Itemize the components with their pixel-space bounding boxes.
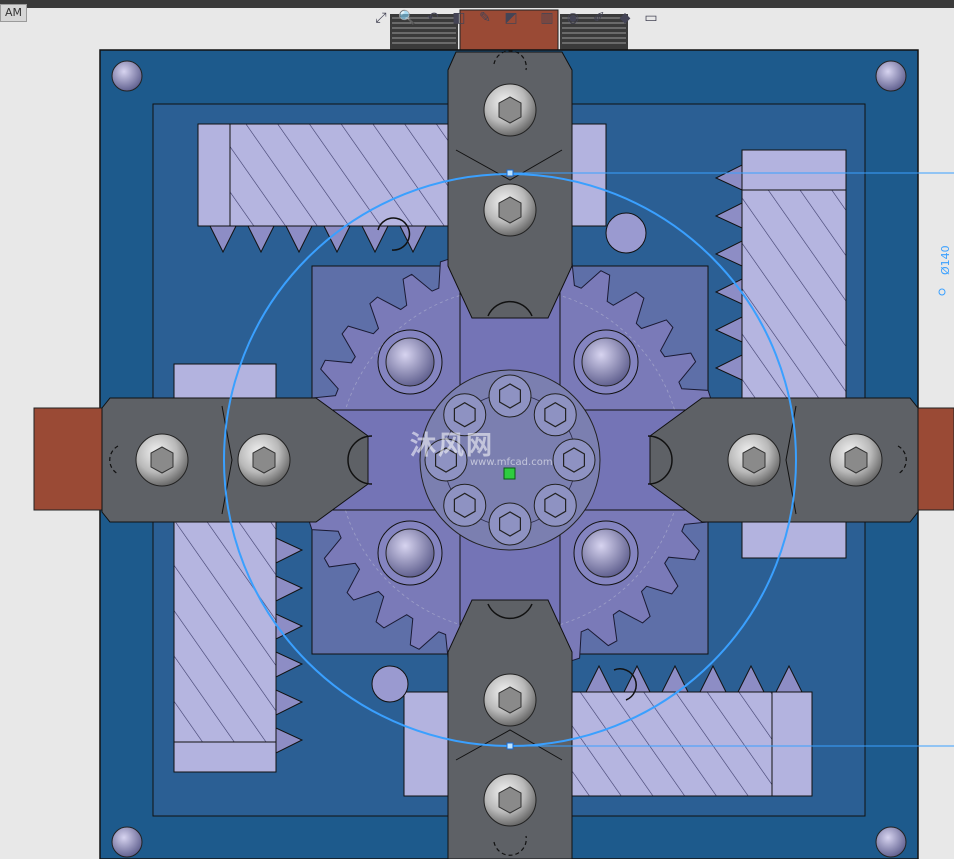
clamp-bolt-bottom-1 [483, 673, 537, 727]
window-tab-label[interactable]: AM [0, 4, 28, 22]
gear-screw-tr [573, 329, 639, 395]
clamp-bolt-top-1 [483, 83, 537, 137]
section-view-icon[interactable]: ◧ [448, 7, 470, 29]
sketch-point-top[interactable] [506, 169, 514, 177]
corner-screw-bl [111, 826, 143, 858]
clamp-bolt-top-2 [483, 183, 537, 237]
hub-hex-hole-boss [488, 374, 532, 418]
dimension-label[interactable]: Ø140 [939, 245, 952, 275]
hub-hex-hole-boss [488, 502, 532, 546]
watermark-url: www.mfcad.com [470, 457, 553, 468]
view-settings-icon[interactable]: ▭ [640, 7, 662, 29]
heads-up-view-toolbar: ⤢ 🔍 ↶ ◧ ✎ ◩ ▥ ◉ ✐ ◆ ▭ [370, 6, 662, 30]
clamp-bolt-left-2 [237, 433, 291, 487]
gear-screw-bl [377, 520, 443, 586]
view-orientation-icon[interactable]: ◩ [500, 7, 522, 29]
hub-hex-hole-boss [533, 483, 577, 527]
hub-hex-hole-boss [443, 483, 487, 527]
pin-hole-bl [371, 665, 409, 703]
hide-show-icon[interactable]: ◉ [562, 7, 584, 29]
pin-hole-tr [605, 212, 647, 254]
clamp-bolt-right-2 [829, 433, 883, 487]
dynamic-annotation-icon[interactable]: ✎ [474, 7, 496, 29]
copper-bar-left [33, 407, 105, 511]
corner-screw-tl [111, 60, 143, 92]
display-style-icon[interactable]: ▥ [536, 7, 558, 29]
clamp-bolt-right-1 [727, 433, 781, 487]
sketch-origin-point[interactable] [503, 467, 516, 480]
sketch-point-bottom[interactable] [506, 742, 514, 750]
clamp-bolt-left-1 [135, 433, 189, 487]
apply-scene-icon[interactable]: ◆ [614, 7, 636, 29]
clamp-bolt-bottom-2 [483, 773, 537, 827]
hub-hex-hole-boss [533, 393, 577, 437]
zoom-fit-icon[interactable]: ⤢ [370, 7, 392, 29]
corner-screw-br [875, 826, 907, 858]
previous-view-icon[interactable]: ↶ [422, 7, 444, 29]
zoom-area-icon[interactable]: 🔍 [396, 7, 418, 29]
edit-appearance-icon[interactable]: ✐ [588, 7, 610, 29]
copper-bar-right [913, 407, 954, 511]
corner-screw-tr [875, 60, 907, 92]
hub-hex-hole-boss [552, 438, 596, 482]
gear-screw-br [573, 520, 639, 586]
gear-screw-tl [377, 329, 443, 395]
